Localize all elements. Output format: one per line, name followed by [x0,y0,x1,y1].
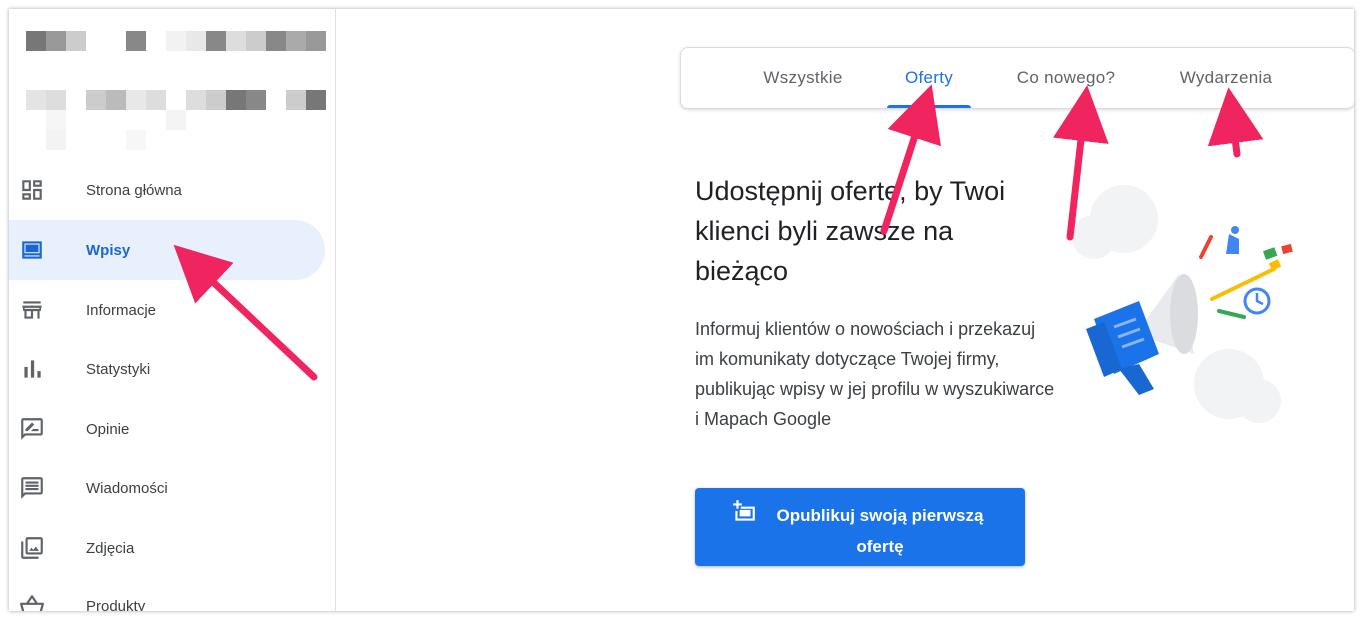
arrow-to-events-tab [1207,87,1264,158]
tab-offers[interactable]: Oferty [887,48,971,108]
tab-label: Co nowego? [1016,68,1116,87]
tab-label: Wszystkie [763,68,843,87]
sidebar: Strona główna Wpisy Informacje Statystyk… [9,9,336,611]
sidebar-item-label: Zdjęcia [86,539,135,557]
photo-library-icon [21,537,43,559]
blurred-business-line [26,110,186,130]
cta-label: Opublikuj swoją pierwszą ofertę [776,506,984,556]
basket-icon [20,595,44,611]
sidebar-item-messages[interactable]: Wiadomości [9,458,325,518]
blurred-business-line-2 [26,130,146,150]
sidebar-item-label: Produkty [86,597,146,612]
dashboard-icon [22,180,42,200]
sidebar-item-label: Wpisy [86,241,131,259]
tab-label: Wydarzenia [1179,68,1273,87]
page-title: Udostępnij ofertę, by Twoi klienci byli … [695,176,1006,286]
rate-review-icon [21,418,43,440]
tab-all[interactable]: Wszystkie [743,48,863,108]
publish-first-offer-button[interactable]: Opublikuj swoją pierwszą ofertę [695,488,1025,566]
tab-events[interactable]: Wydarzenia [1163,48,1289,108]
sidebar-item-reviews[interactable]: Opinie [9,399,325,459]
sidebar-item-products[interactable]: Produkty [9,576,325,611]
description-text: Informuj klientów o nowościach i przekaz… [695,319,1055,429]
blurred-business-name [26,31,326,51]
blurred-business-address [26,90,326,110]
sidebar-item-home[interactable]: Strona główna [9,160,325,220]
store-icon [22,301,42,319]
app-window: Strona główna Wpisy Informacje Statystyk… [9,9,1354,611]
sidebar-item-label: Statystyki [86,360,151,378]
sidebar-item-photos[interactable]: Zdjęcia [9,518,325,578]
sidebar-item-label: Informacje [86,301,157,319]
sidebar-item-stats[interactable]: Statystyki [9,339,325,399]
megaphone-illustration [1072,185,1293,423]
sidebar-item-label: Strona główna [86,181,182,199]
sidebar-item-info[interactable]: Informacje [9,280,325,340]
tab-whats-new[interactable]: Co nowego? [1003,48,1129,108]
active-tab-indicator [887,105,971,108]
message-icon [21,477,43,499]
bar-chart-icon [24,360,41,378]
sidebar-item-posts[interactable]: Wpisy [9,220,325,280]
sidebar-item-label: Opinie [86,420,130,438]
sidebar-item-label: Wiadomości [86,479,168,497]
post-type-tabs: Wszystkie Oferty Co nowego? Wydarzenia [680,47,1354,109]
add-post-icon [733,500,755,521]
tab-label: Oferty [904,68,954,87]
posts-icon [22,241,42,259]
